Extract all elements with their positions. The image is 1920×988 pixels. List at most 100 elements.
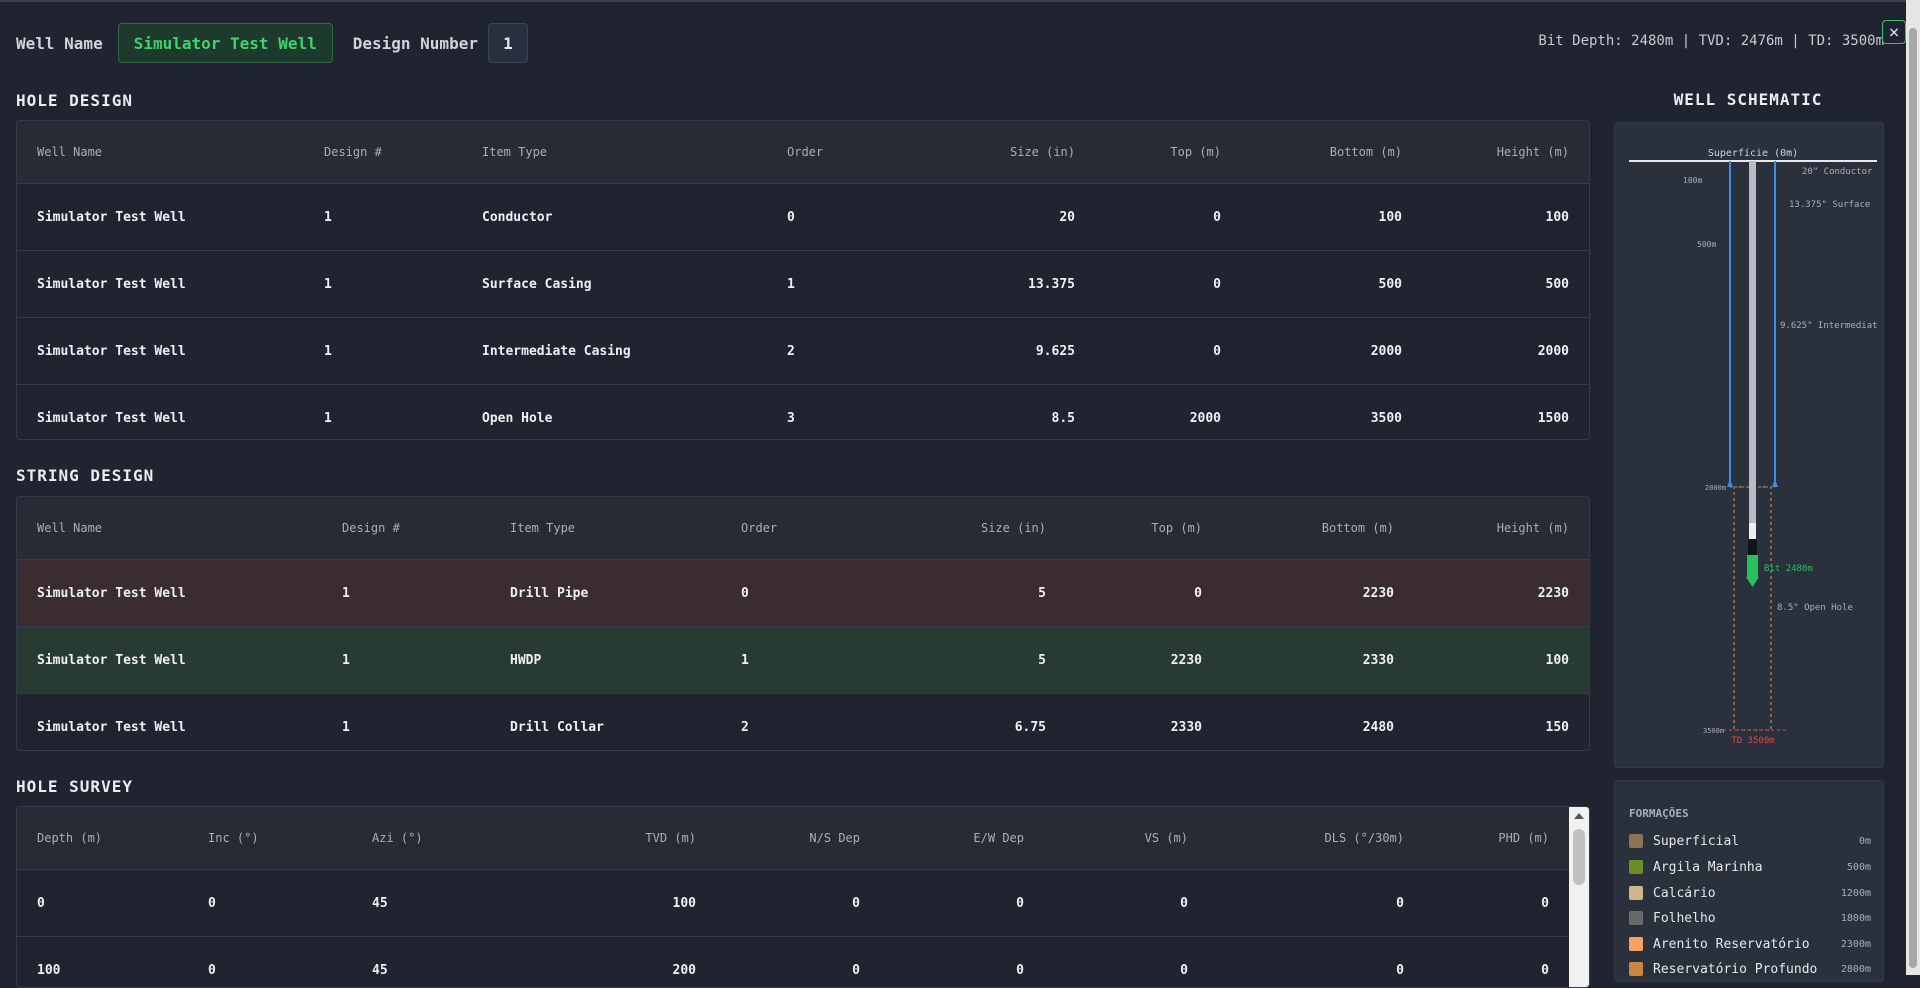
column-header[interactable]: Item Type [509,497,740,560]
cell-design: 1 [341,560,509,627]
close-icon[interactable]: × [1882,20,1906,44]
column-header[interactable]: Order [786,121,856,184]
scroll-up-icon[interactable] [1574,813,1584,819]
design-number-field[interactable]: 1 [488,23,528,63]
cell-ew: 0 [861,870,1025,937]
cell-order: 1 [740,627,830,694]
casing-label: 20" Conductor [1802,167,1873,177]
page-scrollbar-thumb[interactable] [1909,28,1917,968]
well-name-field[interactable]: Simulator Test Well [118,23,333,63]
cell-height: 100 [1403,184,1589,251]
formation-name: Argila Marinha [1653,860,1847,875]
design-number-label: Design Number [353,34,478,53]
table-row[interactable]: Simulator Test Well 1 Surface Casing 1 1… [17,251,1589,318]
string-design-table: Well Name Design # Item Type Order Size … [16,496,1590,751]
table-row[interactable]: Simulator Test Well 1 Conductor 0 20 0 1… [17,184,1589,251]
cell-item-type: Open Hole [481,385,786,441]
formation-depth: 2300m [1841,939,1871,950]
hole-survey-title: HOLE SURVEY [16,777,133,796]
cell-vs: 0 [1025,870,1189,937]
cell-order: 2 [786,318,856,385]
cell-depth: 0 [17,870,207,937]
well-name-label: Well Name [16,34,103,53]
cell-height: 2000 [1403,318,1589,385]
formation-name: Folhelho [1653,911,1841,926]
column-header[interactable]: Well Name [17,121,323,184]
column-header[interactable]: N/S Dep [697,807,861,870]
formation-name: Superficial [1653,834,1859,849]
column-header[interactable]: Bottom (m) [1222,121,1403,184]
table-row[interactable]: Simulator Test Well 1 Intermediate Casin… [17,318,1589,385]
cell-design: 1 [341,627,509,694]
column-header[interactable]: Well Name [17,497,341,560]
cell-size: 5 [830,560,1047,627]
column-header[interactable]: Size (in) [856,121,1076,184]
column-header[interactable]: Order [740,497,830,560]
column-header[interactable]: PHD (m) [1405,807,1569,870]
column-header[interactable]: Design # [341,497,509,560]
formation-swatch [1629,911,1643,925]
cell-item-type: Drill Pipe [509,560,740,627]
formation-swatch [1629,962,1643,976]
cell-bottom: 2230 [1203,560,1395,627]
column-header[interactable]: Size (in) [830,497,1047,560]
column-header[interactable]: Inc (°) [207,807,371,870]
surface-label: Superfície (0m) [1708,147,1798,159]
column-header[interactable]: E/W Dep [861,807,1025,870]
cell-item-type: Drill Collar [509,694,740,752]
cell-design: 1 [341,694,509,752]
table-row[interactable]: 0 0 45 100 0 0 0 0 0 [17,870,1569,937]
casing-label: 8.5" Open Hole [1777,603,1853,613]
survey-scrollbar[interactable] [1569,807,1589,987]
cell-height: 500 [1403,251,1589,318]
table-row[interactable]: Simulator Test Well 1 Open Hole 3 8.5 20… [17,385,1589,441]
formation-item: Calcário 1200m [1629,883,1871,903]
casing-label: 9.625" Intermediat [1780,321,1878,331]
formation-depth: 2800m [1841,964,1871,975]
hole-design-title: HOLE DESIGN [16,91,133,110]
cell-top: 2230 [1047,627,1203,694]
table-row[interactable]: Simulator Test Well 1 Drill Pipe 0 5 0 2… [17,560,1589,627]
cell-bottom: 2480 [1203,694,1395,752]
cell-design: 1 [323,251,481,318]
cell-tvd: 200 [485,937,697,988]
cell-bottom: 2330 [1203,627,1395,694]
cell-well-name: Simulator Test Well [17,627,341,694]
column-header[interactable]: VS (m) [1025,807,1189,870]
table-row[interactable]: Simulator Test Well 1 HWDP 1 5 2230 2330… [17,627,1589,694]
cell-well-name: Simulator Test Well [17,560,341,627]
column-header[interactable]: Top (m) [1047,497,1203,560]
column-header[interactable]: Height (m) [1403,121,1589,184]
formation-swatch [1629,860,1643,874]
survey-scrollbar-thumb[interactable] [1573,829,1585,885]
cell-inc: 0 [207,937,371,988]
bit-assembly [1747,555,1758,577]
column-header[interactable]: Bottom (m) [1203,497,1395,560]
column-header[interactable]: Height (m) [1395,497,1589,560]
cell-top: 2330 [1047,694,1203,752]
column-header[interactable]: TVD (m) [485,807,697,870]
column-header[interactable]: DLS (°/30m) [1189,807,1405,870]
cell-height: 2230 [1395,560,1589,627]
page-scrollbar[interactable] [1906,0,1920,975]
column-header[interactable]: Depth (m) [17,807,207,870]
table-header-row: Well Name Design # Item Type Order Size … [17,497,1589,560]
well-schematic-diagram: Superfície (0m) TD 3500m Bit 2480m 100m … [1614,122,1884,768]
cell-well-name: Simulator Test Well [17,184,323,251]
cell-size: 5 [830,627,1047,694]
drill-collar [1748,539,1757,555]
cell-height: 100 [1395,627,1589,694]
cell-well-name: Simulator Test Well [17,694,341,752]
cell-order: 0 [740,560,830,627]
column-header[interactable]: Item Type [481,121,786,184]
column-header[interactable]: Top (m) [1076,121,1222,184]
formation-name: Reservatório Profundo [1653,962,1841,977]
hwdp [1749,523,1756,539]
column-header[interactable]: Design # [323,121,481,184]
table-row[interactable]: 100 0 45 200 0 0 0 0 0 [17,937,1569,988]
formation-item: Folhelho 1800m [1629,908,1871,928]
column-header[interactable]: Azi (°) [371,807,485,870]
table-row[interactable]: Simulator Test Well 1 Drill Collar 2 6.7… [17,694,1589,752]
cell-ns: 0 [697,937,861,988]
cell-top: 0 [1047,560,1203,627]
